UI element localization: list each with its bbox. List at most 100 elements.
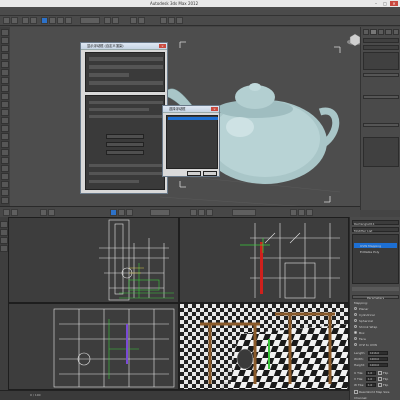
tool-icon[interactable] bbox=[1, 181, 9, 188]
render-setup-icon[interactable] bbox=[168, 17, 175, 24]
u-flip-checkbox[interactable] bbox=[378, 371, 382, 375]
tool-icon[interactable] bbox=[1, 85, 9, 92]
selection-set-field[interactable] bbox=[232, 209, 256, 216]
w-tile-spinner[interactable]: 1.0 bbox=[366, 383, 376, 387]
move-icon[interactable] bbox=[118, 209, 125, 216]
panel-icon-row[interactable] bbox=[352, 287, 399, 291]
tool-icon[interactable] bbox=[1, 133, 9, 140]
maximize-button[interactable]: □ bbox=[381, 1, 389, 6]
dialog-field[interactable] bbox=[89, 172, 163, 175]
redo-icon[interactable] bbox=[11, 17, 18, 24]
hierarchy-tab[interactable] bbox=[377, 29, 385, 35]
tool-icon[interactable] bbox=[1, 93, 9, 100]
length-spinner[interactable]: 1016.0 bbox=[368, 351, 388, 355]
stack-item-uvw-mapping[interactable]: UVW Mapping bbox=[354, 243, 397, 248]
parameters-rollout-header[interactable]: Parameters bbox=[352, 295, 399, 300]
select-dialog-close-button[interactable]: × bbox=[211, 107, 218, 111]
tool-icon[interactable] bbox=[0, 237, 8, 244]
tool-icon[interactable] bbox=[3, 209, 10, 216]
tool-icon[interactable] bbox=[1, 157, 9, 164]
dialog-close-button[interactable]: × bbox=[159, 44, 166, 48]
dialog-field[interactable] bbox=[89, 164, 163, 167]
dialog-field[interactable] bbox=[89, 65, 163, 69]
create-tab[interactable] bbox=[363, 29, 370, 35]
viewport-bottom-right[interactable] bbox=[179, 303, 349, 390]
modifier-list-dropdown[interactable]: Modifier List bbox=[352, 227, 399, 233]
dialog-field[interactable] bbox=[89, 81, 163, 85]
motion-tab[interactable] bbox=[385, 29, 392, 35]
stack-item-editable-poly[interactable]: Editable Poly bbox=[354, 249, 397, 254]
material-editor-icon[interactable] bbox=[160, 17, 167, 24]
close-button[interactable]: ✕ bbox=[390, 1, 398, 6]
dialog-field[interactable] bbox=[89, 73, 129, 77]
radio-shrink-wrap[interactable] bbox=[354, 325, 357, 328]
modify-tab[interactable] bbox=[370, 29, 377, 35]
dialog-field[interactable] bbox=[89, 108, 149, 111]
gizmo-icon[interactable] bbox=[126, 324, 128, 364]
viewcube-icon[interactable] bbox=[347, 33, 360, 47]
u-tile-spinner[interactable]: 1.0 bbox=[366, 371, 376, 375]
w-flip-checkbox[interactable] bbox=[378, 383, 382, 387]
tool-icon[interactable] bbox=[0, 221, 8, 228]
snap-icon[interactable] bbox=[104, 17, 111, 24]
height-spinner[interactable]: 1000.0 bbox=[368, 363, 388, 367]
radio-planar[interactable] bbox=[354, 307, 357, 310]
viewport-top-left[interactable] bbox=[8, 217, 179, 303]
tool-icon[interactable] bbox=[1, 165, 9, 172]
select-link-icon[interactable] bbox=[22, 17, 29, 24]
dialog-field[interactable] bbox=[89, 180, 139, 183]
dialog-action-button[interactable] bbox=[106, 150, 144, 155]
render-icon[interactable] bbox=[306, 209, 313, 216]
tool-icon[interactable] bbox=[0, 245, 8, 252]
tool-icon[interactable] bbox=[1, 37, 9, 44]
select-list-item[interactable] bbox=[168, 117, 218, 120]
display-tab[interactable] bbox=[392, 29, 400, 35]
cancel-button[interactable] bbox=[203, 171, 217, 176]
angle-snap-icon[interactable] bbox=[112, 17, 119, 24]
v-flip-checkbox[interactable] bbox=[378, 377, 382, 381]
v-tile-spinner[interactable]: 1.0 bbox=[366, 377, 376, 381]
reference-coord-dropdown[interactable] bbox=[80, 17, 100, 24]
select-list[interactable] bbox=[166, 115, 218, 169]
tool-icon[interactable] bbox=[1, 109, 9, 116]
select-object-icon[interactable] bbox=[41, 17, 48, 24]
tool-icon[interactable] bbox=[1, 117, 9, 124]
material-editor-icon[interactable] bbox=[290, 209, 297, 216]
tool-icon[interactable] bbox=[1, 149, 9, 156]
tool-icon[interactable] bbox=[1, 69, 9, 76]
tool-icon[interactable] bbox=[1, 29, 9, 36]
move-icon[interactable] bbox=[49, 17, 56, 24]
dialog-action-button[interactable] bbox=[106, 142, 144, 147]
perspective-viewport[interactable]: 显示浮动框 (自定义渲染) × 选择浮动框 × bbox=[10, 27, 360, 210]
ok-button[interactable] bbox=[187, 171, 201, 176]
gizmo-icon[interactable] bbox=[268, 339, 270, 369]
rollout-header[interactable] bbox=[363, 95, 399, 99]
dialog-field[interactable] bbox=[89, 115, 163, 118]
object-name-field[interactable] bbox=[363, 38, 399, 43]
minimize-button[interactable]: – bbox=[372, 1, 380, 6]
dialog-field[interactable] bbox=[89, 57, 163, 61]
tool-icon[interactable] bbox=[1, 173, 9, 180]
modifier-stack[interactable] bbox=[363, 52, 399, 70]
render-setup-icon[interactable] bbox=[298, 209, 305, 216]
tool-icon[interactable] bbox=[1, 125, 9, 132]
select-object-icon[interactable] bbox=[110, 209, 117, 216]
radio-cylindrical[interactable] bbox=[354, 313, 357, 316]
tool-icon[interactable] bbox=[11, 209, 18, 216]
tool-icon[interactable] bbox=[1, 197, 9, 204]
width-spinner[interactable]: 1000.0 bbox=[368, 357, 388, 361]
tool-icon[interactable] bbox=[40, 209, 47, 216]
align-icon[interactable] bbox=[138, 17, 145, 24]
angle-snap-icon[interactable] bbox=[198, 209, 205, 216]
tool-icon[interactable] bbox=[1, 45, 9, 52]
percent-snap-icon[interactable] bbox=[206, 209, 213, 216]
rollout-header[interactable] bbox=[363, 123, 399, 127]
modifier-stack[interactable]: UVW Mapping Editable Poly bbox=[352, 234, 399, 284]
viewport-bottom-left[interactable] bbox=[8, 303, 179, 390]
tool-icon[interactable] bbox=[0, 229, 8, 236]
rotate-icon[interactable] bbox=[126, 209, 133, 216]
tool-icon[interactable] bbox=[1, 61, 9, 68]
tool-icon[interactable] bbox=[1, 189, 9, 196]
radio-box[interactable] bbox=[354, 331, 357, 334]
unlink-icon[interactable] bbox=[30, 17, 37, 24]
